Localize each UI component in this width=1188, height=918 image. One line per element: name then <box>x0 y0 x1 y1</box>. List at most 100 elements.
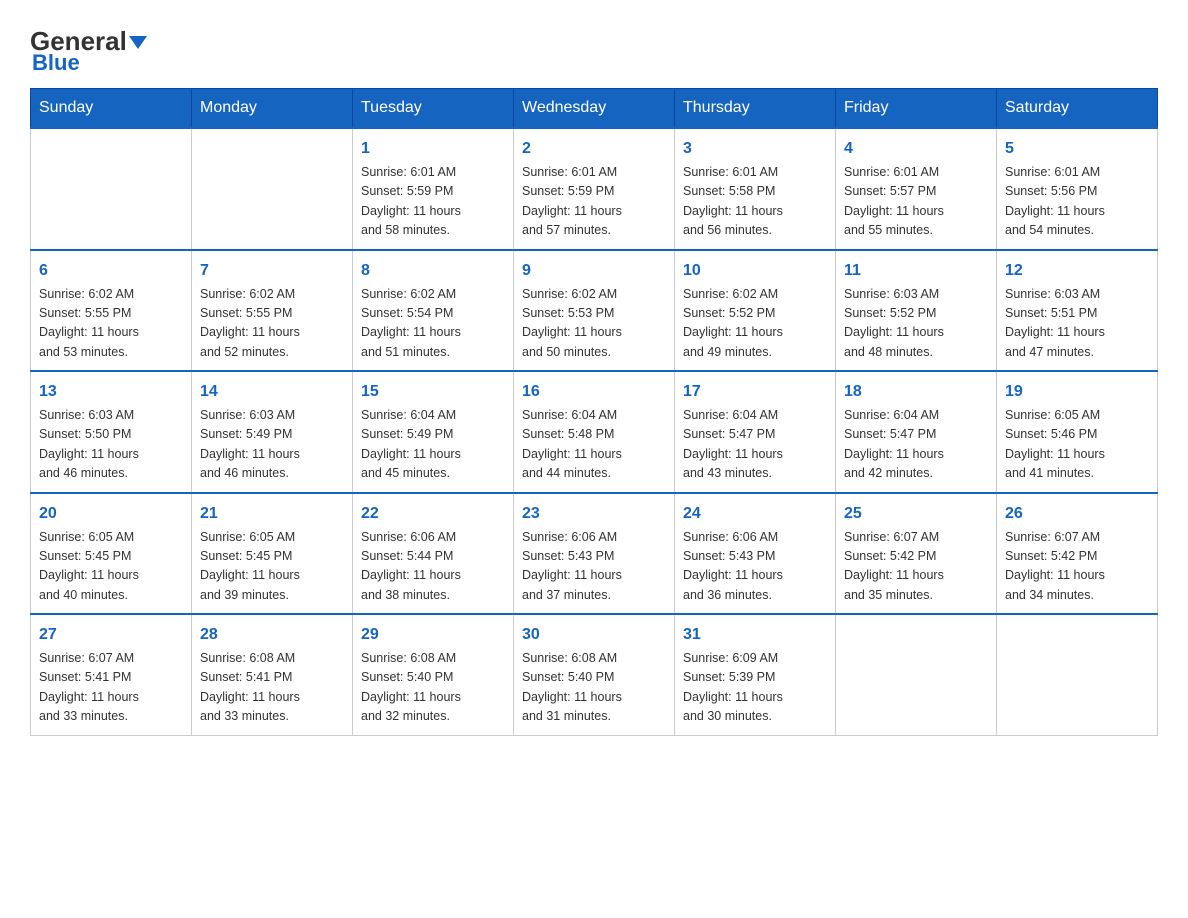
day-number: 18 <box>844 380 988 404</box>
day-info: Sunrise: 6:01 AM Sunset: 5:56 PM Dayligh… <box>1005 163 1149 241</box>
day-info: Sunrise: 6:04 AM Sunset: 5:48 PM Dayligh… <box>522 406 666 484</box>
day-info: Sunrise: 6:03 AM Sunset: 5:50 PM Dayligh… <box>39 406 183 484</box>
day-number: 25 <box>844 502 988 526</box>
calendar-cell: 1Sunrise: 6:01 AM Sunset: 5:59 PM Daylig… <box>353 128 514 250</box>
day-info: Sunrise: 6:01 AM Sunset: 5:59 PM Dayligh… <box>361 163 505 241</box>
calendar-cell: 11Sunrise: 6:03 AM Sunset: 5:52 PM Dayli… <box>836 250 997 372</box>
weekday-header-sunday: Sunday <box>31 89 192 129</box>
day-info: Sunrise: 6:06 AM Sunset: 5:43 PM Dayligh… <box>683 528 827 606</box>
day-info: Sunrise: 6:02 AM Sunset: 5:54 PM Dayligh… <box>361 285 505 363</box>
logo: General Blue <box>30 20 147 76</box>
calendar-cell: 16Sunrise: 6:04 AM Sunset: 5:48 PM Dayli… <box>514 371 675 493</box>
calendar-cell <box>836 614 997 735</box>
calendar-cell: 26Sunrise: 6:07 AM Sunset: 5:42 PM Dayli… <box>997 493 1158 615</box>
day-number: 31 <box>683 623 827 647</box>
calendar-cell <box>192 128 353 250</box>
calendar-cell: 10Sunrise: 6:02 AM Sunset: 5:52 PM Dayli… <box>675 250 836 372</box>
calendar-cell: 3Sunrise: 6:01 AM Sunset: 5:58 PM Daylig… <box>675 128 836 250</box>
day-number: 7 <box>200 259 344 283</box>
day-info: Sunrise: 6:03 AM Sunset: 5:49 PM Dayligh… <box>200 406 344 484</box>
day-info: Sunrise: 6:08 AM Sunset: 5:41 PM Dayligh… <box>200 649 344 727</box>
day-number: 16 <box>522 380 666 404</box>
weekday-header-thursday: Thursday <box>675 89 836 129</box>
day-number: 28 <box>200 623 344 647</box>
day-number: 6 <box>39 259 183 283</box>
calendar-cell: 2Sunrise: 6:01 AM Sunset: 5:59 PM Daylig… <box>514 128 675 250</box>
calendar-week-5: 27Sunrise: 6:07 AM Sunset: 5:41 PM Dayli… <box>31 614 1158 735</box>
calendar-cell: 29Sunrise: 6:08 AM Sunset: 5:40 PM Dayli… <box>353 614 514 735</box>
day-number: 19 <box>1005 380 1149 404</box>
weekday-header-wednesday: Wednesday <box>514 89 675 129</box>
day-number: 9 <box>522 259 666 283</box>
page-header: General Blue <box>30 20 1158 76</box>
day-info: Sunrise: 6:01 AM Sunset: 5:57 PM Dayligh… <box>844 163 988 241</box>
calendar-cell: 17Sunrise: 6:04 AM Sunset: 5:47 PM Dayli… <box>675 371 836 493</box>
day-number: 10 <box>683 259 827 283</box>
day-number: 5 <box>1005 137 1149 161</box>
day-info: Sunrise: 6:02 AM Sunset: 5:52 PM Dayligh… <box>683 285 827 363</box>
calendar-cell: 22Sunrise: 6:06 AM Sunset: 5:44 PM Dayli… <box>353 493 514 615</box>
day-info: Sunrise: 6:09 AM Sunset: 5:39 PM Dayligh… <box>683 649 827 727</box>
day-number: 4 <box>844 137 988 161</box>
day-info: Sunrise: 6:04 AM Sunset: 5:49 PM Dayligh… <box>361 406 505 484</box>
calendar-cell: 7Sunrise: 6:02 AM Sunset: 5:55 PM Daylig… <box>192 250 353 372</box>
day-info: Sunrise: 6:08 AM Sunset: 5:40 PM Dayligh… <box>522 649 666 727</box>
calendar-cell: 23Sunrise: 6:06 AM Sunset: 5:43 PM Dayli… <box>514 493 675 615</box>
day-info: Sunrise: 6:01 AM Sunset: 5:59 PM Dayligh… <box>522 163 666 241</box>
day-number: 8 <box>361 259 505 283</box>
weekday-header-friday: Friday <box>836 89 997 129</box>
calendar-cell <box>997 614 1158 735</box>
calendar-cell: 27Sunrise: 6:07 AM Sunset: 5:41 PM Dayli… <box>31 614 192 735</box>
calendar-cell: 13Sunrise: 6:03 AM Sunset: 5:50 PM Dayli… <box>31 371 192 493</box>
day-number: 30 <box>522 623 666 647</box>
calendar-cell: 19Sunrise: 6:05 AM Sunset: 5:46 PM Dayli… <box>997 371 1158 493</box>
day-info: Sunrise: 6:02 AM Sunset: 5:55 PM Dayligh… <box>39 285 183 363</box>
calendar-cell: 18Sunrise: 6:04 AM Sunset: 5:47 PM Dayli… <box>836 371 997 493</box>
day-number: 24 <box>683 502 827 526</box>
calendar-cell: 30Sunrise: 6:08 AM Sunset: 5:40 PM Dayli… <box>514 614 675 735</box>
weekday-header-saturday: Saturday <box>997 89 1158 129</box>
day-number: 2 <box>522 137 666 161</box>
day-info: Sunrise: 6:05 AM Sunset: 5:45 PM Dayligh… <box>200 528 344 606</box>
day-number: 29 <box>361 623 505 647</box>
day-info: Sunrise: 6:04 AM Sunset: 5:47 PM Dayligh… <box>844 406 988 484</box>
calendar-week-1: 1Sunrise: 6:01 AM Sunset: 5:59 PM Daylig… <box>31 128 1158 250</box>
logo-blue-text: Blue <box>32 50 80 76</box>
calendar-cell: 8Sunrise: 6:02 AM Sunset: 5:54 PM Daylig… <box>353 250 514 372</box>
day-info: Sunrise: 6:06 AM Sunset: 5:44 PM Dayligh… <box>361 528 505 606</box>
day-number: 21 <box>200 502 344 526</box>
weekday-header-tuesday: Tuesday <box>353 89 514 129</box>
calendar-table: SundayMondayTuesdayWednesdayThursdayFrid… <box>30 88 1158 736</box>
calendar-week-3: 13Sunrise: 6:03 AM Sunset: 5:50 PM Dayli… <box>31 371 1158 493</box>
day-number: 15 <box>361 380 505 404</box>
calendar-cell: 12Sunrise: 6:03 AM Sunset: 5:51 PM Dayli… <box>997 250 1158 372</box>
day-number: 22 <box>361 502 505 526</box>
day-number: 23 <box>522 502 666 526</box>
day-number: 11 <box>844 259 988 283</box>
day-number: 3 <box>683 137 827 161</box>
calendar-cell: 28Sunrise: 6:08 AM Sunset: 5:41 PM Dayli… <box>192 614 353 735</box>
calendar-cell: 25Sunrise: 6:07 AM Sunset: 5:42 PM Dayli… <box>836 493 997 615</box>
day-info: Sunrise: 6:07 AM Sunset: 5:42 PM Dayligh… <box>1005 528 1149 606</box>
calendar-cell <box>31 128 192 250</box>
calendar-cell: 6Sunrise: 6:02 AM Sunset: 5:55 PM Daylig… <box>31 250 192 372</box>
calendar-cell: 4Sunrise: 6:01 AM Sunset: 5:57 PM Daylig… <box>836 128 997 250</box>
day-info: Sunrise: 6:03 AM Sunset: 5:51 PM Dayligh… <box>1005 285 1149 363</box>
calendar-week-2: 6Sunrise: 6:02 AM Sunset: 5:55 PM Daylig… <box>31 250 1158 372</box>
day-info: Sunrise: 6:02 AM Sunset: 5:53 PM Dayligh… <box>522 285 666 363</box>
day-number: 26 <box>1005 502 1149 526</box>
calendar-cell: 15Sunrise: 6:04 AM Sunset: 5:49 PM Dayli… <box>353 371 514 493</box>
calendar-cell: 24Sunrise: 6:06 AM Sunset: 5:43 PM Dayli… <box>675 493 836 615</box>
calendar-header: SundayMondayTuesdayWednesdayThursdayFrid… <box>31 89 1158 129</box>
day-info: Sunrise: 6:01 AM Sunset: 5:58 PM Dayligh… <box>683 163 827 241</box>
day-number: 14 <box>200 380 344 404</box>
day-info: Sunrise: 6:02 AM Sunset: 5:55 PM Dayligh… <box>200 285 344 363</box>
day-info: Sunrise: 6:05 AM Sunset: 5:45 PM Dayligh… <box>39 528 183 606</box>
day-number: 1 <box>361 137 505 161</box>
calendar-cell: 20Sunrise: 6:05 AM Sunset: 5:45 PM Dayli… <box>31 493 192 615</box>
calendar-cell: 9Sunrise: 6:02 AM Sunset: 5:53 PM Daylig… <box>514 250 675 372</box>
calendar-week-4: 20Sunrise: 6:05 AM Sunset: 5:45 PM Dayli… <box>31 493 1158 615</box>
day-info: Sunrise: 6:05 AM Sunset: 5:46 PM Dayligh… <box>1005 406 1149 484</box>
day-number: 13 <box>39 380 183 404</box>
day-info: Sunrise: 6:03 AM Sunset: 5:52 PM Dayligh… <box>844 285 988 363</box>
